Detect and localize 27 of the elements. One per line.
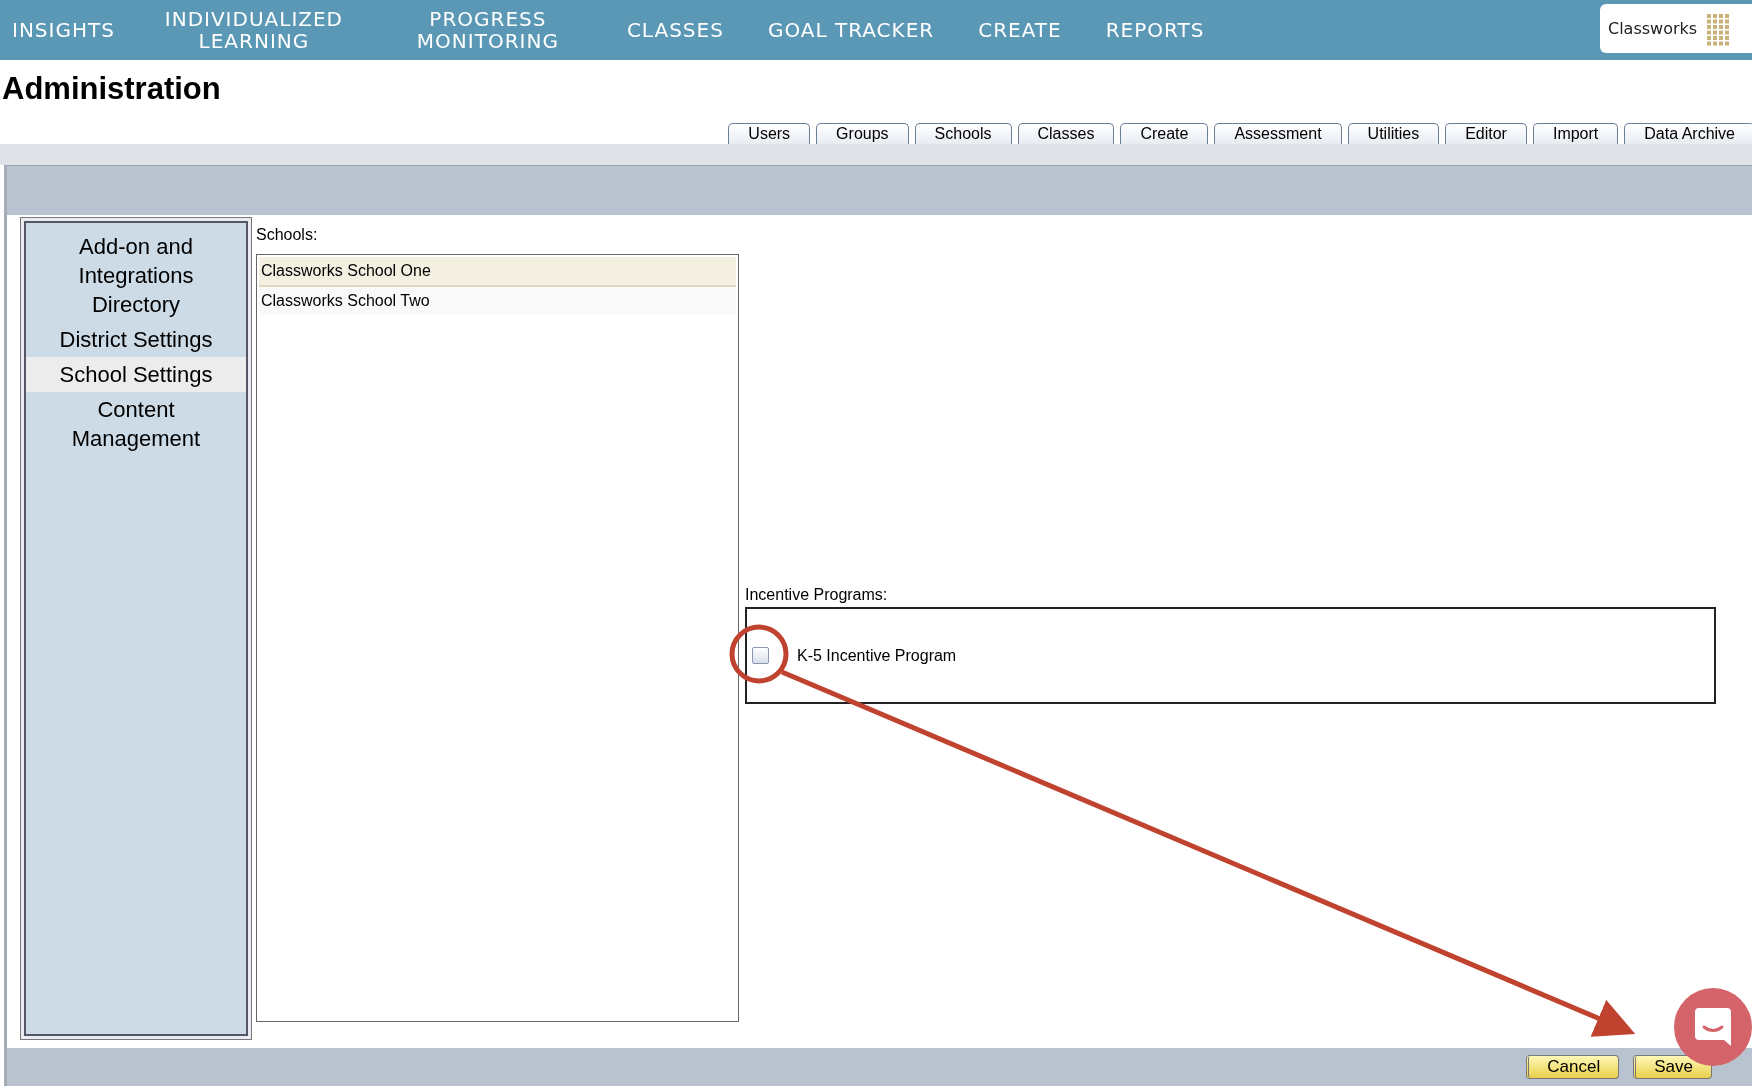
- checkbox[interactable]: [752, 647, 769, 664]
- admin-tab[interactable]: Data Archive: [1624, 123, 1752, 144]
- admin-tab[interactable]: Groups: [816, 123, 909, 144]
- admin-tab[interactable]: Schools: [914, 123, 1012, 144]
- school-item[interactable]: Classworks School Two: [259, 287, 736, 315]
- action-button[interactable]: Cancel: [1526, 1055, 1620, 1079]
- logo-text: Classworks: [1608, 19, 1698, 38]
- action-button[interactable]: Save: [1633, 1055, 1712, 1079]
- school-item[interactable]: Classworks School One: [259, 257, 736, 287]
- sidebar-item[interactable]: School Settings: [26, 357, 246, 392]
- chat-icon: [1693, 1006, 1733, 1048]
- logo-badge[interactable]: Classworks: [1600, 4, 1752, 53]
- schools-label: Schools:: [256, 226, 319, 244]
- page-title: Administration: [1, 70, 222, 108]
- admin-tab[interactable]: Import: [1532, 123, 1619, 144]
- sidebar-item[interactable]: Content Management: [26, 392, 246, 456]
- sidebar-item[interactable]: Add-on and Integrations Directory: [26, 229, 246, 322]
- highlight-circle: [729, 624, 789, 684]
- admin-tab[interactable]: Utilities: [1347, 123, 1440, 144]
- admin-tab[interactable]: Assessment: [1214, 123, 1342, 144]
- incentive-programs-label: Incentive Programs:: [745, 586, 889, 604]
- sidebar-item[interactable]: District Settings: [26, 322, 246, 357]
- admin-tab[interactable]: Create: [1120, 123, 1209, 144]
- admin-tab[interactable]: Editor: [1445, 123, 1527, 144]
- admin-tab[interactable]: Classes: [1017, 123, 1115, 144]
- checkbox-label: K-5 Incentive Program: [797, 646, 957, 665]
- admin-tab[interactable]: Users: [728, 123, 811, 144]
